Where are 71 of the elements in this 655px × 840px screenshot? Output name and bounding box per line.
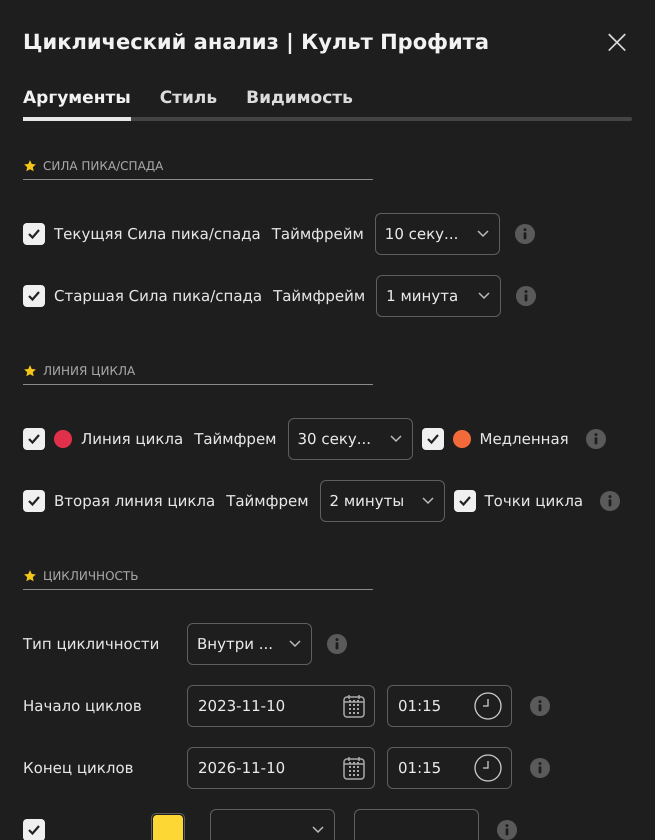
caret-icon <box>289 640 301 648</box>
checkbox[interactable] <box>422 428 444 450</box>
caret-icon <box>422 497 434 505</box>
window-title: Циклический анализ | Культ Профита <box>23 30 490 54</box>
select-field[interactable]: Внутри ... <box>187 623 312 665</box>
option-label: Линия цикла <box>81 430 184 448</box>
calendar-icon[interactable] <box>343 694 365 718</box>
calendar-icon[interactable] <box>343 756 365 780</box>
field-label: Тип цикличности <box>23 635 160 653</box>
star-icon <box>23 364 37 378</box>
date-value: 2026-11-10 <box>198 759 286 777</box>
time-value: 01:15 <box>398 697 442 715</box>
check-icon <box>27 290 41 302</box>
time-field[interactable]: 01:15 <box>387 685 512 727</box>
checkbox[interactable] <box>23 285 45 307</box>
time-value: 01:15 <box>398 759 442 777</box>
star-icon <box>23 569 37 583</box>
star-icon <box>23 159 37 173</box>
info-icon[interactable] <box>586 429 606 449</box>
info-icon[interactable] <box>514 224 535 244</box>
caret-icon <box>478 292 490 300</box>
select-field[interactable]: 1 минута <box>376 275 502 317</box>
date-value: 2023-11-10 <box>198 697 286 715</box>
info-icon[interactable] <box>530 696 550 716</box>
check-icon <box>27 228 41 240</box>
select-field[interactable]: 30 секу... <box>288 418 412 460</box>
option-label: Старшая Сила пика/спада <box>54 287 262 305</box>
check-icon <box>27 824 41 836</box>
option-label: Вторая линия цикла <box>54 492 216 510</box>
select-field[interactable] <box>210 809 335 840</box>
section-title: ЦИКЛИЧНОСТЬ <box>43 569 138 583</box>
checkbox[interactable] <box>23 223 45 245</box>
caret-icon <box>390 435 402 443</box>
option-label: Текущяя Сила пика/спада <box>54 225 261 243</box>
select-field[interactable]: 2 минуты <box>320 480 445 522</box>
tab[interactable]: Стиль <box>160 84 218 121</box>
option-label: Таймфрейм <box>273 287 366 305</box>
info-icon[interactable] <box>497 820 517 840</box>
checkbox[interactable] <box>23 819 45 840</box>
info-icon[interactable] <box>600 491 620 511</box>
clock-icon[interactable] <box>474 754 502 782</box>
checkbox[interactable] <box>454 490 476 512</box>
close-button[interactable]: × <box>602 25 632 59</box>
caret-icon <box>312 826 324 834</box>
input-field[interactable] <box>354 809 479 840</box>
clock-icon[interactable] <box>474 692 502 720</box>
select-field[interactable]: 10 секу... <box>374 213 500 255</box>
section-title: ЛИНИЯ ЦИКЛА <box>43 364 136 378</box>
field-label: Начало циклов <box>23 697 143 715</box>
time-field[interactable]: 01:15 <box>387 747 512 789</box>
info-icon[interactable] <box>516 286 536 306</box>
info-icon[interactable] <box>530 758 550 778</box>
option-label: Таймфрейм <box>272 225 364 243</box>
checkbox[interactable] <box>23 490 45 512</box>
tab[interactable]: Видимость <box>246 84 353 121</box>
option-label: Медленная <box>480 430 569 448</box>
option-label: Таймфрем <box>194 430 276 448</box>
check-icon <box>27 495 41 507</box>
section-title: СИЛА ПИКА/СПАДА <box>43 159 164 173</box>
checkbox[interactable] <box>23 428 45 450</box>
check-icon <box>27 433 41 445</box>
option-label: Точки цикла <box>484 492 584 510</box>
date-field[interactable]: 2023-11-10 <box>187 685 375 727</box>
field-label: Конец циклов <box>23 759 134 777</box>
check-icon <box>426 433 440 445</box>
check-icon <box>458 495 472 507</box>
option-label: Таймфрем <box>226 492 309 510</box>
info-icon[interactable] <box>327 634 347 654</box>
caret-icon <box>476 230 489 238</box>
tab[interactable]: Аргументы <box>23 84 131 121</box>
date-field[interactable]: 2026-11-10 <box>187 747 375 789</box>
